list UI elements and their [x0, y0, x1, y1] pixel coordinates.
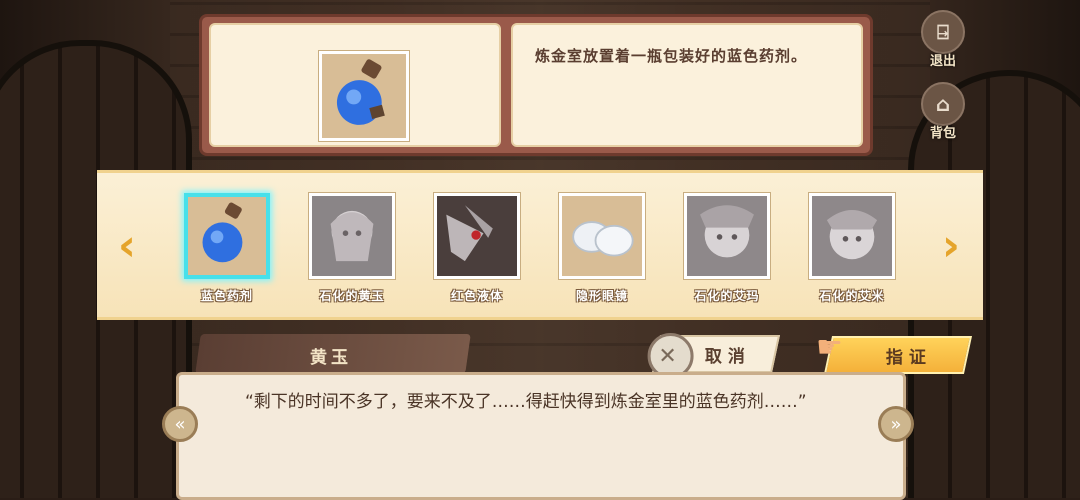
exit-label: 退出	[929, 54, 956, 69]
exit-button[interactable]: ⍈ 退出	[920, 10, 966, 69]
item-label: 石化的艾玛	[694, 289, 760, 303]
item-description-panel: 炼金室放置着一瓶包装好的蓝色药剂。	[199, 14, 873, 156]
cancel-label: 取消	[705, 346, 751, 367]
item-label: 隐形眼镜	[575, 289, 628, 303]
bag-label: 背包	[929, 126, 956, 141]
description-card: 炼金室放置着一瓶包装好的蓝色药剂。	[511, 23, 863, 147]
evidence-item[interactable]: 石化的艾米	[802, 193, 902, 304]
speaker-name: 黄玉	[310, 348, 352, 368]
chevron-right-icon[interactable]: ›	[937, 223, 965, 269]
accuse-button[interactable]: 指证	[823, 336, 973, 374]
evidence-item[interactable]: 红色液体	[427, 193, 527, 304]
chevron-double-right-icon[interactable]: »	[878, 406, 914, 442]
red-liquid-hand-icon	[434, 193, 520, 279]
petrified-character-icon	[684, 193, 770, 279]
petrified-character-icon	[809, 193, 895, 279]
bag-icon: ⌂	[921, 82, 965, 126]
item-label: 红色液体	[450, 289, 503, 303]
cancel-button[interactable]: ✕ 取消	[647, 333, 781, 379]
blue-potion-icon	[319, 51, 409, 141]
item-preview-card	[209, 23, 501, 147]
item-label: 石化的艾米	[819, 289, 885, 303]
item-label: 蓝色药剂	[200, 289, 253, 303]
blue-potion-icon	[184, 193, 270, 279]
dialogue-box: “剩下的时间不多了，要来不及了……得赶快得到炼金室里的蓝色药剂……”	[176, 372, 906, 500]
chevron-double-left-icon[interactable]: «	[162, 406, 198, 442]
accuse-label: 指证	[886, 347, 932, 368]
petrified-character-icon	[309, 193, 395, 279]
evidence-item[interactable]: 蓝色药剂	[177, 193, 277, 304]
chevron-left-icon[interactable]: ‹	[113, 223, 141, 269]
evidence-item[interactable]: 石化的黄玉	[302, 193, 402, 304]
evidence-strip: ‹ › 蓝色药剂 石化的黄玉 红色液体 隐形眼镜 石化的艾玛 石化的艾米	[97, 170, 983, 320]
item-label: 石化的黄玉	[319, 289, 385, 303]
item-description: 炼金室放置着一瓶包装好的蓝色药剂。	[535, 47, 808, 65]
door-exit-icon: ⍈	[921, 10, 965, 54]
evidence-item[interactable]: 隐形眼镜	[552, 193, 652, 304]
pointing-hand-icon: ☛	[816, 330, 843, 365]
dialogue-text: “剩下的时间不多了，要来不及了……得赶快得到炼金室里的蓝色药剂……”	[245, 392, 807, 412]
contact-lenses-icon	[559, 193, 645, 279]
evidence-item[interactable]: 石化的艾玛	[677, 193, 777, 304]
bag-button[interactable]: ⌂ 背包	[920, 82, 966, 141]
